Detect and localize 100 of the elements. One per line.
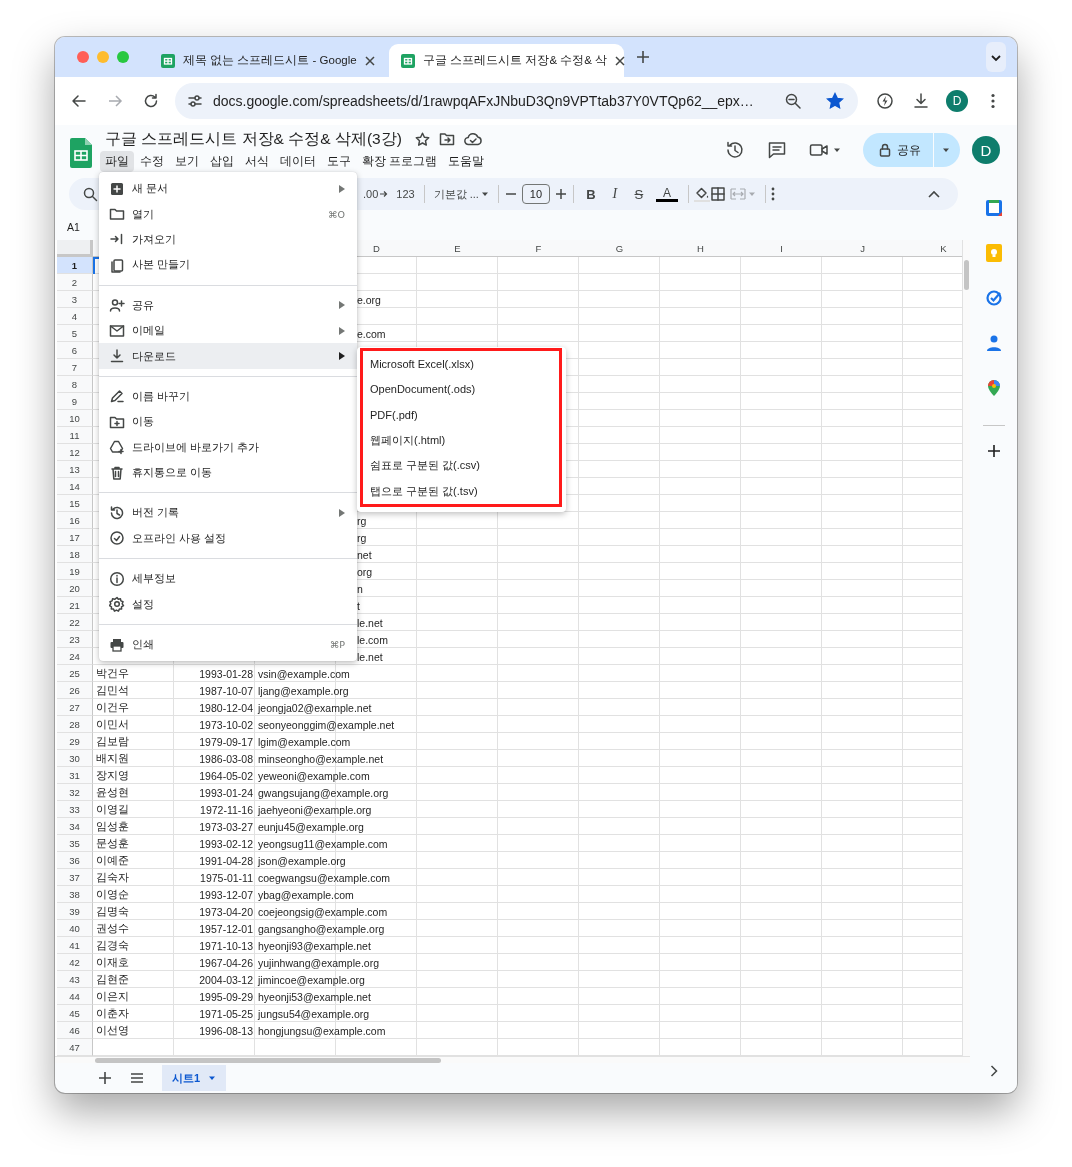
close-icon[interactable] [615, 55, 626, 66]
reload-icon[interactable] [142, 92, 160, 110]
row-header[interactable]: 11 [57, 427, 93, 444]
menu-item[interactable]: 가져오기 [99, 226, 357, 253]
download-icon[interactable] [912, 92, 930, 110]
menu-item[interactable]: 서식 [240, 151, 274, 172]
menu-item[interactable]: 새 문서 [99, 176, 357, 202]
column-header[interactable]: H [660, 240, 741, 256]
menu-item[interactable]: 설정 [99, 591, 357, 617]
chevron-up-icon[interactable] [928, 190, 940, 198]
task-check-icon[interactable] [985, 289, 1002, 306]
share-button[interactable]: 공유 [863, 133, 933, 167]
menu-item[interactable]: 도구 [322, 151, 356, 172]
row-header[interactable]: 19 [57, 563, 93, 580]
menu-item[interactable]: 세부정보 [99, 566, 357, 592]
history-icon[interactable] [725, 140, 745, 160]
row-header[interactable]: 3 [57, 291, 93, 308]
column-header[interactable]: F [498, 240, 579, 256]
font-button[interactable]: 기본값 ... [430, 182, 492, 206]
row-header[interactable]: 47 [57, 1039, 93, 1056]
row-header[interactable]: 32 [57, 784, 93, 801]
row-header[interactable]: 2 [57, 274, 93, 291]
person-icon[interactable] [986, 334, 1001, 351]
tune-icon[interactable] [187, 93, 203, 109]
more-icon[interactable] [770, 187, 775, 201]
menu-item[interactable]: 쉼표로 구분된 값(.csv) [363, 453, 559, 479]
row-header[interactable]: 18 [57, 546, 93, 563]
browser-tab[interactable]: 구글 스프레드시트 저장& 수정& 삭 [389, 44, 624, 77]
scrollbar-thumb[interactable] [964, 260, 969, 290]
spreadsheet-logo-icon[interactable] [70, 138, 92, 168]
menu-item[interactable]: 다운로드 [99, 343, 357, 369]
extension-icon[interactable] [876, 92, 894, 110]
menu-item[interactable]: OpenDocument(.ods) [363, 376, 559, 402]
name-box[interactable]: A1 [67, 221, 80, 233]
menu-item[interactable]: 버전 기록 [99, 500, 357, 526]
plus-icon[interactable] [553, 187, 568, 201]
row-header[interactable]: 39 [57, 903, 93, 920]
fill-color-icon[interactable] [693, 186, 710, 202]
column-header[interactable]: I [741, 240, 822, 256]
row-header[interactable]: 22 [57, 614, 93, 631]
video-call-button[interactable] [809, 142, 841, 158]
map-pin-icon[interactable] [987, 379, 1000, 396]
menu-item[interactable]: 이름 바꾸기 [99, 383, 357, 410]
row-header[interactable]: 36 [57, 852, 93, 869]
row-header[interactable]: 44 [57, 988, 93, 1005]
menu-item[interactable]: 휴지통으로 이동 [99, 459, 357, 486]
decimal-button[interactable]: .00 [360, 182, 392, 206]
menu-item[interactable]: 수정 [135, 151, 169, 172]
row-header[interactable]: 37 [57, 869, 93, 886]
menu-item[interactable]: PDF(.pdf) [363, 402, 559, 428]
add-icon[interactable] [986, 444, 1001, 458]
document-title[interactable]: 구글 스프레드시트 저장& 수정& 삭제(3강) [105, 128, 402, 150]
row-header[interactable]: 20 [57, 580, 93, 597]
row-header[interactable]: 41 [57, 937, 93, 954]
bold-button[interactable]: B [579, 182, 602, 206]
menu-item[interactable]: 이메일 [99, 317, 357, 344]
row-header[interactable]: 4 [57, 308, 93, 325]
menu-item[interactable]: 보기 [170, 151, 204, 172]
menu-item[interactable]: 웹페이지(.html) [363, 427, 559, 453]
account-avatar[interactable]: D [972, 136, 1000, 164]
new-tab-icon[interactable] [636, 50, 650, 64]
address-field[interactable]: docs.google.com/spreadsheets/d/1rawpqAFxJNbuD3Qn9VPTtab37Y0VTQp62__epx… [175, 83, 858, 119]
more-icon[interactable] [991, 92, 995, 110]
star-icon[interactable] [414, 131, 430, 147]
row-header[interactable]: 16 [57, 512, 93, 529]
row-header[interactable]: 33 [57, 801, 93, 818]
borders-icon[interactable] [709, 186, 726, 202]
menu-item[interactable]: Microsoft Excel(.xlsx) [363, 351, 559, 377]
account-avatar[interactable]: D [946, 90, 968, 112]
row-header[interactable]: 15 [57, 495, 93, 512]
row-header[interactable]: 12 [57, 444, 93, 461]
row-header[interactable]: 23 [57, 631, 93, 648]
row-header[interactable]: 24 [57, 648, 93, 665]
menu-item[interactable]: 인쇄 ⌘P [99, 631, 357, 658]
menu-item[interactable]: 열기 ⌘O [99, 201, 357, 227]
column-header[interactable]: K [903, 240, 962, 256]
row-header[interactable]: 27 [57, 699, 93, 716]
strikethrough-button[interactable]: S [627, 182, 650, 206]
scrollbar-thumb[interactable] [95, 1058, 441, 1063]
column-header[interactable]: G [579, 240, 660, 256]
menu-item[interactable]: 데이터 [275, 151, 321, 172]
row-header[interactable]: 6 [57, 342, 93, 359]
menu-item[interactable]: 탭으로 구분된 값(.tsv) [363, 478, 559, 504]
row-header[interactable]: 42 [57, 954, 93, 971]
sheet-tab[interactable]: 시트1 [162, 1065, 227, 1091]
row-header[interactable]: 21 [57, 597, 93, 614]
italic-button[interactable]: I [603, 182, 626, 206]
menu-item[interactable]: 도움말 [443, 151, 490, 172]
zoom-out-icon[interactable] [784, 92, 802, 110]
number-format-button[interactable]: 123 [393, 182, 418, 206]
menu-item[interactable]: 확장 프로그램 [357, 151, 443, 172]
row-header[interactable]: 25 [57, 665, 93, 682]
row-header[interactable]: 1 [57, 257, 93, 274]
tab-list-button[interactable] [986, 42, 1006, 72]
column-header[interactable]: E [417, 240, 498, 256]
back-icon[interactable] [70, 92, 88, 110]
menu-item[interactable]: 공유 [99, 292, 357, 318]
row-header[interactable]: 10 [57, 410, 93, 427]
menu-item[interactable]: 삽입 [205, 151, 239, 172]
row-header[interactable]: 30 [57, 750, 93, 767]
